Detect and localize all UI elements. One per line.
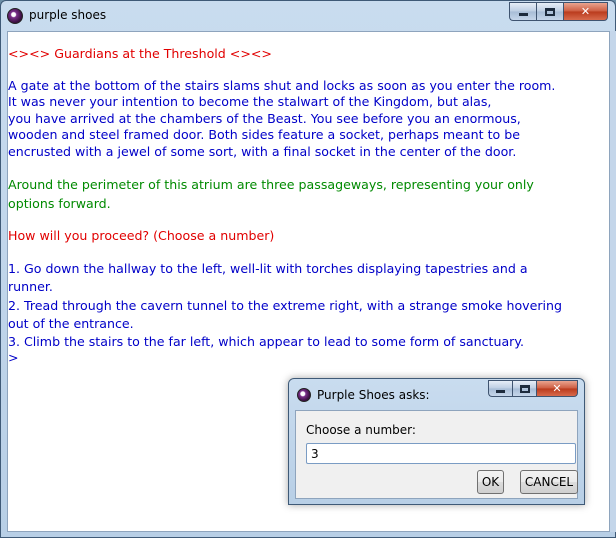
description-line: It was never your intention to become th… [8, 94, 492, 109]
description-line: wooden and steel framed door. Both sides… [8, 127, 520, 142]
ask-dialog: Purple Shoes asks: ✕ Choose a number: OK… [288, 378, 585, 505]
minimize-icon [518, 13, 528, 16]
choice-prompt: How will you proceed? (Choose a number) [8, 228, 275, 243]
close-icon: ✕ [580, 5, 591, 18]
cancel-button[interactable]: CANCEL [520, 470, 578, 494]
story-heading: <><> Guardians at the Threshold <><> [8, 46, 272, 61]
window-controls: ✕ [509, 2, 608, 21]
perimeter-line: options forward. [8, 196, 111, 211]
maximize-icon [519, 384, 530, 393]
dialog-maximize-button[interactable] [512, 380, 536, 397]
minimize-button[interactable] [509, 2, 536, 21]
description-line: A gate at the bottom of the stairs slams… [8, 77, 556, 93]
maximize-icon [545, 7, 555, 16]
choose-number-label: Choose a number: [306, 423, 416, 437]
option-3-line: 3. Climb the stairs to the far left, whi… [8, 333, 525, 349]
ok-button[interactable]: OK [477, 470, 504, 494]
purple-shoes-app-icon [297, 388, 311, 402]
dialog-close-button[interactable]: ✕ [536, 380, 578, 397]
description-line: you have arrived at the chambers of the … [8, 110, 521, 126]
dialog-body: Choose a number: OK CANCEL [295, 410, 578, 499]
option-1-line: 1. Go down the hallway to the left, well… [8, 260, 528, 276]
dialog-window-controls: ✕ [488, 380, 578, 397]
close-button[interactable]: ✕ [563, 2, 608, 21]
option-2-line: out of the entrance. [8, 316, 134, 331]
maximize-button[interactable] [536, 2, 563, 21]
option-2-line: 2. Tread through the cavern tunnel to th… [8, 297, 563, 313]
description-line: encrusted with a jewel of some sort, wit… [8, 143, 517, 159]
window-title: purple shoes [29, 8, 107, 22]
dialog-minimize-button[interactable] [488, 380, 512, 397]
scroll-track [610, 31, 616, 532]
title-bar[interactable]: purple shoes ✕ [1, 1, 615, 31]
perimeter-line: Around the perimeter of this atrium are … [8, 177, 534, 192]
number-input[interactable] [306, 443, 576, 464]
dialog-title[interactable]: Purple Shoes asks: [317, 388, 430, 402]
input-cursor-glyph: > [8, 350, 19, 365]
purple-shoes-app-icon [7, 8, 23, 24]
option-1-line: runner. [8, 279, 53, 294]
minimize-icon [496, 390, 505, 393]
story-content: <><> Guardians at the Threshold <><> A g… [8, 46, 598, 367]
close-icon: ✕ [552, 382, 562, 395]
